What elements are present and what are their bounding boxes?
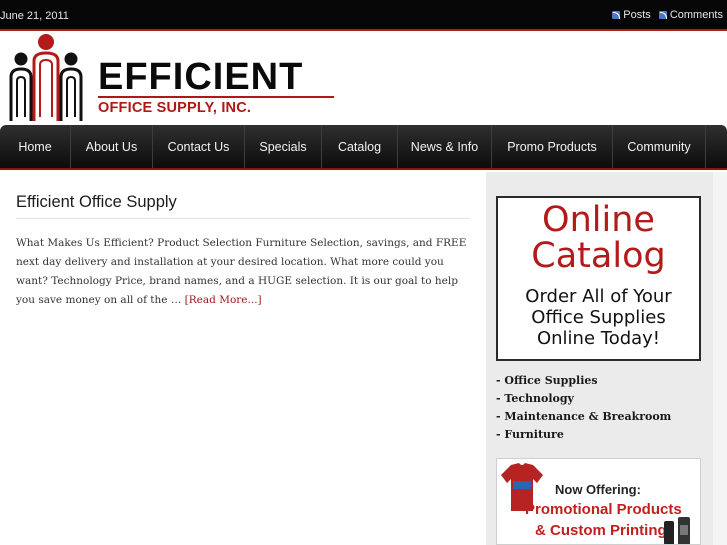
nav-item-home[interactable]: Home	[0, 125, 71, 168]
nav-item-news-info[interactable]: News & Info	[398, 125, 492, 168]
nav-item-specials[interactable]: Specials	[245, 125, 322, 168]
rss-icon	[658, 11, 667, 19]
promo-products-banner[interactable]: Now Offering: Promotional Products & Cus…	[496, 458, 701, 545]
online-catalog-banner[interactable]: Online Catalog Order All of Your Office …	[496, 196, 701, 361]
category-links: - Office Supplies - Technology - Mainten…	[496, 372, 671, 444]
read-more-link[interactable]: [Read More...]	[185, 294, 262, 306]
nav-item-community[interactable]: Community	[613, 125, 706, 168]
posts-feed-label: Posts	[623, 9, 651, 21]
nav-item-promo-products[interactable]: Promo Products	[492, 125, 613, 168]
promo-banner-line-1: Now Offering:	[555, 482, 641, 497]
top-bar: June 21, 2011 Posts Comments	[0, 0, 727, 31]
date-label: June 21, 2011	[0, 10, 69, 22]
promo-banner-line-3: & Custom Printing	[535, 522, 667, 539]
post-excerpt: What Makes Us Efficient? Product Selecti…	[16, 234, 472, 310]
sidebar-link-maintenance-breakroom[interactable]: - Maintenance & Breakroom	[496, 408, 671, 426]
catalog-banner-line-4: Office Supplies	[531, 307, 666, 328]
sidebar: Online Catalog Order All of Your Office …	[486, 172, 713, 545]
promo-bottles-icon	[664, 517, 690, 544]
catalog-banner-line-3: Order All of Your	[525, 286, 672, 307]
site-header: EFFICIENT OFFICE SUPPLY, INC.	[0, 33, 727, 125]
sidebar-link-office-supplies[interactable]: - Office Supplies	[496, 372, 671, 390]
comments-feed-link[interactable]: Comments	[658, 9, 723, 21]
sidebar-link-furniture[interactable]: - Furniture	[496, 426, 671, 444]
main-nav: Home About Us Contact Us Specials Catalo…	[0, 125, 727, 170]
posts-feed-link[interactable]: Posts	[612, 9, 651, 21]
logo-subtitle[interactable]: OFFICE SUPPLY, INC.	[98, 96, 334, 116]
nav-item-contact-us[interactable]: Contact Us	[153, 125, 245, 168]
people-logo-icon[interactable]	[6, 33, 86, 123]
post-divider	[16, 218, 470, 219]
rss-icon	[612, 11, 621, 19]
catalog-banner-line-2: Catalog	[531, 236, 666, 276]
sidebar-link-technology[interactable]: - Technology	[496, 390, 671, 408]
comments-feed-label: Comments	[669, 9, 723, 21]
logo-title[interactable]: EFFICIENT	[98, 57, 303, 97]
feed-links: Posts Comments	[612, 9, 723, 21]
nav-item-about-us[interactable]: About Us	[71, 125, 153, 168]
nav-item-catalog[interactable]: Catalog	[322, 125, 398, 168]
main-content: Efficient Office Supply What Makes Us Ef…	[0, 172, 486, 545]
catalog-banner-line-5: Online Today!	[536, 328, 661, 349]
catalog-banner-line-1: Online	[542, 200, 655, 240]
post-title[interactable]: Efficient Office Supply	[16, 193, 177, 212]
